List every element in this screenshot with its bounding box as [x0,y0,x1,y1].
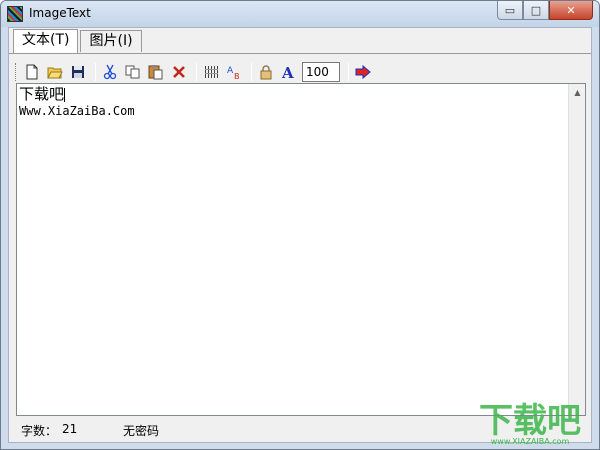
minimize-button[interactable]: ▭ [497,1,523,20]
watermark-url: www.XIAZAIBA.com [491,437,570,446]
svg-text:B: B [234,72,240,80]
toolbar-separator [251,63,252,81]
window-controls: ▭ □ ✕ [497,1,593,21]
paste-icon [148,65,163,80]
scroll-up-button[interactable]: ▲ [569,84,586,101]
svg-text:A: A [227,66,234,76]
tab-divider [9,53,591,54]
maximize-icon: □ [530,3,542,17]
text-line: 下载吧 [19,86,567,103]
font-icon: A [281,64,294,80]
maximize-button[interactable]: □ [523,1,549,20]
delete-button[interactable] [169,62,189,82]
new-file-icon [26,64,38,80]
text-editor[interactable]: 下载吧 Www.XiaZaiBa.Com ▲ [16,83,586,416]
password-status: 无密码 [123,424,160,438]
next-button[interactable] [353,62,373,82]
close-button[interactable]: ✕ [549,1,593,20]
copy-icon [125,65,140,79]
app-icon[interactable] [7,6,23,22]
grid-button[interactable] [201,62,221,82]
watermark-text: 下载吧 [479,401,581,441]
window-title: ImageText [29,6,91,20]
toolbar: AB A 100 [15,60,585,84]
new-file-button[interactable] [22,62,42,82]
toolbar-separator [95,63,96,81]
title-bar[interactable]: ImageText ▭ □ ✕ [1,1,599,27]
text-content[interactable]: 下载吧 Www.XiaZaiBa.Com [19,86,567,413]
svg-text:A: A [281,64,294,80]
toolbar-separator [196,63,197,81]
close-icon: ✕ [566,3,576,17]
chevron-up-icon: ▲ [574,88,581,97]
toolbar-grip[interactable] [15,63,18,81]
tab-text[interactable]: 文本(T) [13,29,79,53]
tab-strip: 文本(T) 图片(I) [13,29,144,54]
app-window: ImageText ▭ □ ✕ 文本(T) 图片(I) A B A 100 下载… [0,0,600,450]
lock-icon [260,65,272,80]
cut-button[interactable] [100,62,120,82]
open-button[interactable] [45,62,65,82]
font-button[interactable]: A [279,62,299,82]
zoom-input[interactable]: 100 [302,62,340,82]
save-icon [72,66,84,78]
toolbar-separator [348,63,349,81]
grid-icon [205,66,218,78]
save-button[interactable] [68,62,88,82]
client-area: 文本(T) 图片(I) A B A 100 下载吧 Www.XiaZaiBa.C… [8,27,592,443]
open-folder-icon [47,67,63,79]
next-arrow-icon [355,65,371,79]
char-count-label: 字数： [21,424,58,438]
text-line: Www.XiaZaiBa.Com [19,104,135,118]
vertical-scrollbar[interactable]: ▲ [568,84,585,415]
copy-button[interactable] [123,62,143,82]
tab-image[interactable]: 图片(I) [80,30,142,52]
paste-button[interactable] [146,62,166,82]
delete-icon [173,66,185,78]
text-caret [64,87,66,102]
cut-icon [103,64,117,80]
lock-button[interactable] [256,62,276,82]
char-count-value: 21 [62,422,78,436]
text-style-icon: AB [227,66,240,80]
watermark-logo: 下载吧 www.XIAZAIBA.com [479,401,581,446]
text-line-content: 下载吧 [19,85,65,103]
text-style-button[interactable]: AB [224,62,244,82]
minimize-icon: ▭ [504,3,516,17]
